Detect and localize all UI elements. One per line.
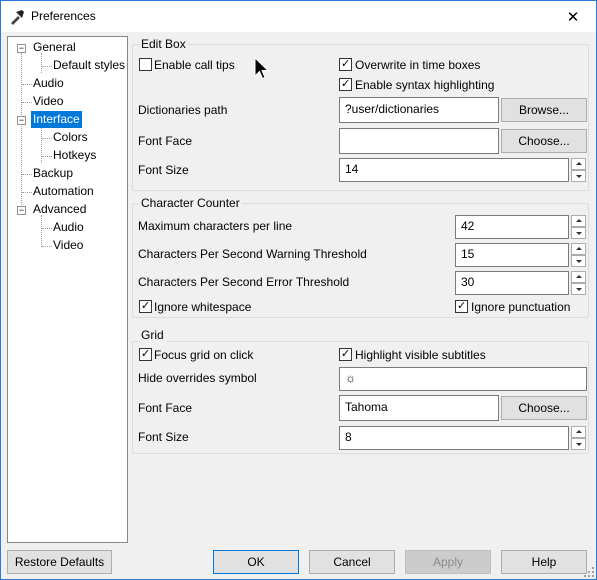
check-icon: ✓ — [457, 300, 467, 312]
preferences-tree[interactable]: − General Default styles Audio Video − I… — [7, 36, 128, 543]
edit-font-size-label: Font Size — [138, 163, 189, 177]
max-chars-per-line-label: Maximum characters per line — [138, 219, 293, 233]
resize-grip-icon[interactable] — [583, 566, 595, 578]
check-icon: ✓ — [341, 348, 351, 360]
highlight-visible-subtitles-label: Highlight visible subtitles — [355, 348, 486, 362]
hide-overrides-symbol-label: Hide overrides symbol — [138, 371, 257, 385]
preferences-window: Preferences ✕ − General Default styles A… — [0, 0, 597, 580]
tree-connector — [41, 215, 42, 247]
spin-down-icon[interactable] — [571, 255, 586, 267]
restore-defaults-button[interactable]: Restore Defaults — [7, 550, 112, 574]
highlight-visible-subtitles-checkbox[interactable]: ✓ — [339, 348, 352, 361]
check-icon: ✓ — [141, 300, 151, 312]
ignore-punctuation-label: Ignore punctuation — [471, 300, 571, 314]
tree-item-advanced[interactable]: Advanced — [31, 201, 88, 218]
tree-item-audio[interactable]: Audio — [31, 75, 66, 92]
collapse-icon[interactable]: − — [17, 206, 26, 215]
cps-error-label: Characters Per Second Error Threshold — [138, 275, 350, 289]
overwrite-in-time-boxes-checkbox[interactable]: ✓ — [339, 58, 352, 71]
dictionaries-path-label: Dictionaries path — [138, 103, 228, 117]
close-button[interactable]: ✕ — [550, 1, 596, 32]
edit-font-face-label: Font Face — [138, 134, 193, 148]
grid-font-size-field[interactable]: 8 — [339, 426, 569, 450]
tree-connector — [41, 125, 42, 163]
ignore-whitespace-checkbox[interactable]: ✓ — [139, 300, 152, 313]
cps-warning-label: Characters Per Second Warning Threshold — [138, 247, 367, 261]
grid-font-choose-button[interactable]: Choose... — [501, 396, 587, 420]
check-icon: ✓ — [141, 348, 151, 360]
app-icon — [11, 10, 24, 25]
max-chars-per-line-field[interactable]: 42 — [455, 215, 569, 239]
edit-font-size-field[interactable]: 14 — [339, 158, 569, 182]
spin-up-icon[interactable] — [571, 271, 586, 283]
cps-warning-field[interactable]: 15 — [455, 243, 569, 267]
tree-connector — [41, 53, 42, 73]
collapse-icon[interactable]: − — [17, 44, 26, 53]
spin-down-icon[interactable] — [571, 170, 586, 182]
grid-font-face-field[interactable]: Tahoma — [339, 395, 499, 421]
collapse-icon[interactable]: − — [17, 116, 26, 125]
tree-item-automation[interactable]: Automation — [31, 183, 96, 200]
enable-syntax-highlighting-checkbox[interactable]: ✓ — [339, 78, 352, 91]
grid-group-title: Grid — [139, 328, 166, 342]
spin-up-icon[interactable] — [571, 426, 586, 438]
tree-item-backup[interactable]: Backup — [31, 165, 75, 182]
focus-grid-on-click-checkbox[interactable]: ✓ — [139, 348, 152, 361]
tree-item-video[interactable]: Video — [31, 93, 65, 110]
title-bar: Preferences ✕ — [1, 1, 596, 32]
hide-overrides-symbol-field[interactable]: ☼ — [339, 367, 587, 391]
enable-call-tips-label: Enable call tips — [154, 58, 235, 72]
tree-item-general[interactable]: General — [31, 39, 78, 56]
tree-item-advanced-video[interactable]: Video — [51, 237, 85, 254]
browse-button[interactable]: Browse... — [501, 98, 587, 122]
close-icon: ✕ — [566, 8, 580, 26]
grid-font-face-label: Font Face — [138, 401, 193, 415]
spin-down-icon[interactable] — [571, 438, 586, 450]
grid-font-size-label: Font Size — [138, 430, 189, 444]
help-button[interactable]: Help — [501, 550, 587, 574]
ignore-punctuation-checkbox[interactable]: ✓ — [455, 300, 468, 313]
dictionaries-path-field[interactable]: ?user/dictionaries — [339, 97, 499, 123]
spin-down-icon[interactable] — [571, 227, 586, 239]
ignore-whitespace-label: Ignore whitespace — [154, 300, 252, 314]
edit-font-choose-button[interactable]: Choose... — [501, 129, 587, 153]
tree-item-advanced-audio[interactable]: Audio — [51, 219, 86, 236]
check-icon: ✓ — [341, 58, 351, 70]
spin-down-icon[interactable] — [571, 283, 586, 295]
tree-item-interface[interactable]: Interface — [31, 111, 82, 128]
cps-error-field[interactable]: 30 — [455, 271, 569, 295]
edit-box-group-title: Edit Box — [139, 37, 188, 51]
enable-syntax-highlighting-label: Enable syntax highlighting — [355, 78, 495, 92]
tree-item-default-styles[interactable]: Default styles — [51, 57, 127, 74]
focus-grid-on-click-label: Focus grid on click — [154, 348, 254, 362]
mouse-cursor-icon — [254, 57, 270, 80]
edit-font-face-field[interactable] — [339, 128, 499, 154]
tree-connector — [21, 53, 22, 215]
ok-button[interactable]: OK — [213, 550, 299, 574]
spin-up-icon[interactable] — [571, 215, 586, 227]
window-title: Preferences — [31, 9, 96, 23]
cancel-button[interactable]: Cancel — [309, 550, 395, 574]
overwrite-in-time-boxes-label: Overwrite in time boxes — [355, 58, 481, 72]
tree-item-colors[interactable]: Colors — [51, 129, 90, 146]
enable-call-tips-checkbox[interactable] — [139, 58, 152, 71]
check-icon: ✓ — [341, 78, 351, 90]
character-counter-group-title: Character Counter — [139, 196, 242, 210]
spin-up-icon[interactable] — [571, 243, 586, 255]
spin-up-icon[interactable] — [571, 158, 586, 170]
tree-item-hotkeys[interactable]: Hotkeys — [51, 147, 98, 164]
apply-button[interactable]: Apply — [405, 550, 491, 574]
